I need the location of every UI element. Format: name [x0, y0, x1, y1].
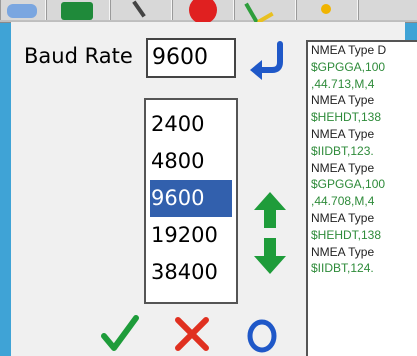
- toolbar-blank-button[interactable]: [358, 0, 417, 20]
- baud-rate-list[interactable]: 2400 4800 9600 19200 38400: [144, 98, 238, 304]
- log-data-line: $HEHDT,138: [311, 110, 382, 125]
- log-header-line: NMEA Type: [311, 210, 375, 225]
- log-header-line: NMEA Type: [311, 93, 375, 108]
- baud-option[interactable]: 38400: [146, 254, 236, 291]
- baud-option[interactable]: 2400: [146, 106, 236, 143]
- x-cancel-icon[interactable]: [168, 312, 216, 356]
- arrow-up-icon[interactable]: [252, 190, 288, 230]
- log-header-line: NMEA Type: [311, 244, 375, 259]
- log-data-line: ,44.713,M,4: [311, 76, 375, 91]
- log-data-line: $GPGGA,100: [311, 59, 386, 74]
- log-data-line: $GPGGA,100: [311, 177, 386, 192]
- baud-option[interactable]: 4800: [146, 143, 236, 180]
- nmea-log[interactable]: NMEA Type D $GPGGA,100 ,44.713,M,4 NMEA Typ…: [306, 40, 417, 356]
- circle-icon[interactable]: [238, 312, 286, 356]
- arrow-down-icon[interactable]: [252, 236, 288, 276]
- log-data-line: $IIDBT,124.: [311, 261, 374, 276]
- log-data-line: $HEHDT,138: [311, 227, 382, 242]
- baud-rate-label: Baud Rate: [24, 44, 133, 68]
- yellow-tool-icon[interactable]: [296, 0, 358, 20]
- log-header-line: NMEA Type: [311, 160, 375, 175]
- blue-tool-icon[interactable]: [0, 0, 46, 20]
- green-tool-icon[interactable]: [46, 0, 110, 20]
- log-header-line: NMEA Type: [311, 126, 375, 141]
- app-window: Baud Rate 9600 2400 4800 9600 19200 38400 NM…: [0, 0, 417, 356]
- baud-rate-field[interactable]: 9600: [146, 38, 236, 78]
- log-data-line: $IIDBT,123.: [311, 143, 374, 158]
- enter-return-icon[interactable]: [244, 40, 294, 82]
- toolbar: [0, 0, 417, 23]
- checkmark-icon[interactable]: [96, 312, 144, 356]
- log-data-line: ,44.708,M,4: [311, 194, 375, 209]
- edit-tool-icon[interactable]: [110, 0, 172, 20]
- baud-option[interactable]: 9600: [150, 180, 232, 217]
- red-circle-icon[interactable]: [172, 0, 234, 22]
- green-check-tool-icon[interactable]: [234, 0, 296, 22]
- baud-option[interactable]: 19200: [146, 217, 236, 254]
- log-header-line: NMEA Type D: [311, 43, 387, 57]
